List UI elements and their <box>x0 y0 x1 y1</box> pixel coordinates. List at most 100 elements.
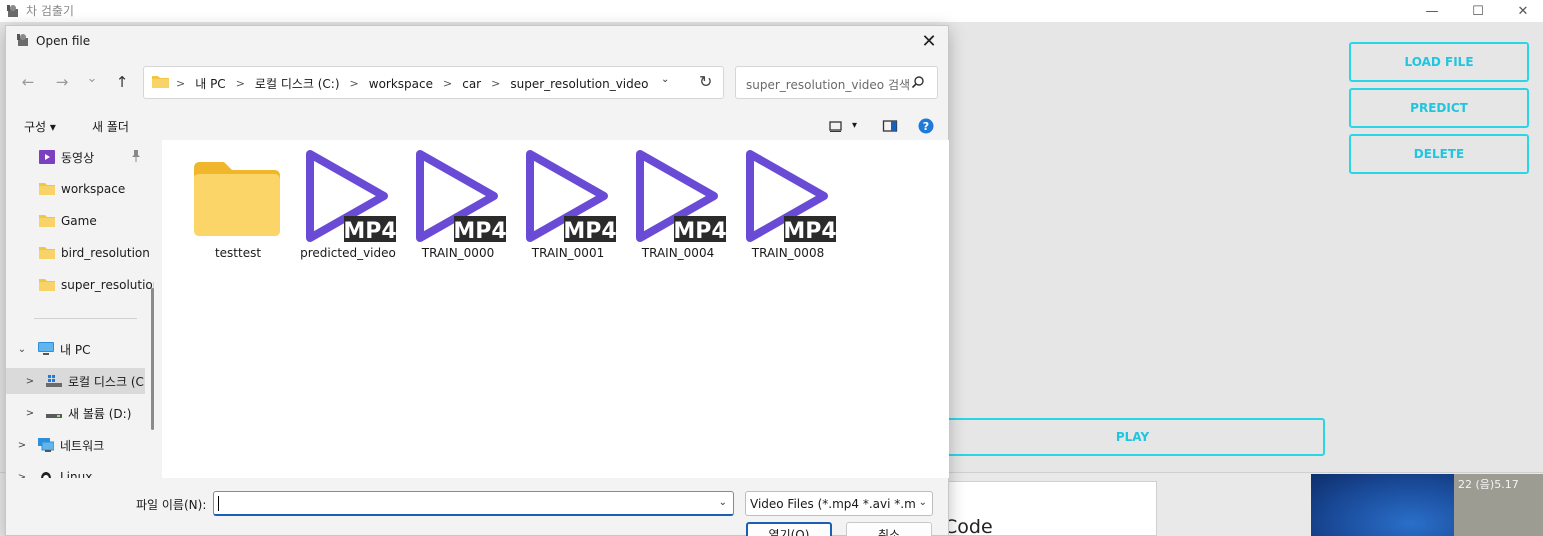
view-icon[interactable] <box>828 118 844 134</box>
breadcrumb-separator[interactable]: > <box>491 77 500 90</box>
back-button[interactable]: ← <box>18 72 38 92</box>
nav-item-label: 내 PC <box>60 342 91 357</box>
file-name: TRAIN_0001 <box>531 246 605 260</box>
chevron-right-icon[interactable]: > <box>24 408 36 419</box>
nav-item-label: Game <box>61 214 97 228</box>
open-file-dialog: Open file ✕ ← → ⌄ ↑ > 내 PC > 로컬 디스크 (C:) > wo… <box>5 25 949 536</box>
chevron-right-icon[interactable]: > <box>16 472 28 479</box>
filename-dropdown-button[interactable]: ⌄ <box>719 497 727 508</box>
preview-pane-icon[interactable] <box>882 118 898 134</box>
nav-item-volume-d[interactable]: > 새 볼륨 (D:) <box>6 400 154 426</box>
forward-button[interactable]: → <box>52 72 72 92</box>
filename-label: 파일 이름(N): <box>136 498 207 512</box>
maximize-button[interactable]: ☐ <box>1455 0 1501 22</box>
file-name: TRAIN_0008 <box>751 246 825 260</box>
file-name: TRAIN_0004 <box>641 246 715 260</box>
file-name: predicted_video <box>300 246 396 260</box>
close-button[interactable]: ✕ <box>1500 0 1543 22</box>
nav-item-bird-resolution[interactable]: bird_resolution <box>6 240 154 266</box>
organize-menu[interactable]: 구성 ▾ <box>24 118 56 135</box>
mp4-badge: MP4 <box>563 219 616 244</box>
view-dropdown-button[interactable]: ▾ <box>852 120 857 131</box>
video-file-item[interactable]: MP4 predicted_video <box>298 146 398 276</box>
minimize-button[interactable]: — <box>1409 0 1455 22</box>
cancel-button[interactable]: 취소 <box>846 522 932 536</box>
breadcrumb-item[interactable]: super_resolution_video <box>510 77 648 91</box>
dialog-title: Open file <box>36 34 91 48</box>
nav-item-label: workspace <box>61 182 126 196</box>
nav-item-super-resolution[interactable]: super_resolution <box>6 272 154 298</box>
chevron-down-icon[interactable]: ⌄ <box>16 344 28 355</box>
video-file-item[interactable]: MP4 TRAIN_0004 <box>628 146 728 276</box>
nav-item-network[interactable]: > 네트워크 <box>6 432 154 458</box>
mp4-file-icon: MP4 <box>746 150 837 244</box>
search-placeholder: super_resolution_video 검색 <box>746 78 911 92</box>
refresh-button[interactable]: ↻ <box>699 72 712 91</box>
nav-item-label: 네트워크 <box>60 438 105 453</box>
app-title-text: 차 검출기 <box>26 4 74 18</box>
linux-penguin-icon <box>41 472 51 478</box>
filename-input[interactable]: ⌄ <box>213 491 734 516</box>
breadcrumb-separator[interactable]: > <box>443 77 452 90</box>
nav-item-label: super_resolution <box>61 278 154 292</box>
nav-item-label: 동영상 <box>61 150 95 165</box>
breadcrumb-item[interactable]: 내 PC <box>195 75 225 92</box>
breadcrumb-item[interactable]: workspace <box>369 77 433 91</box>
nav-item-this-pc[interactable]: ⌄ 내 PC <box>6 336 154 362</box>
address-bar[interactable]: > 내 PC > 로컬 디스크 (C:) > workspace > car > super_re… <box>143 66 724 99</box>
breadcrumb-separator[interactable]: > <box>176 77 185 90</box>
nav-divider <box>34 318 137 319</box>
folder-icon <box>39 279 55 291</box>
filetype-value: Video Files (*.mp4 *.avi *.mov) <box>750 497 915 511</box>
breadcrumb-separator[interactable]: > <box>350 77 359 90</box>
address-dropdown-button[interactable]: ⌄ <box>661 74 669 85</box>
mp4-badge: MP4 <box>343 219 396 244</box>
filetype-dropdown-button[interactable]: ⌄ <box>919 497 927 508</box>
play-button[interactable]: PLAY <box>940 418 1325 456</box>
video-file-item[interactable]: MP4 TRAIN_0000 <box>408 146 508 276</box>
help-icon[interactable]: ? <box>918 118 934 134</box>
pin-icon <box>132 150 140 162</box>
app-icon <box>7 4 18 17</box>
nav-item-local-disk-c[interactable]: > 로컬 디스크 (C <box>6 368 145 394</box>
breadcrumb-separator[interactable]: > <box>236 77 245 90</box>
command-bar: 구성 ▾ 새 폴더 ▾ ? <box>6 112 948 140</box>
chevron-right-icon[interactable]: > <box>16 440 28 451</box>
desktop-wallpaper <box>1311 474 1454 536</box>
open-button[interactable]: 열기(O) <box>746 522 832 536</box>
folder-item[interactable]: testtest <box>188 146 288 276</box>
load-file-button[interactable]: LOAD FILE <box>1349 42 1529 82</box>
video-folder-icon <box>39 150 55 164</box>
mp4-file-icon: MP4 <box>306 150 397 244</box>
nav-item-label: 새 볼륨 (D:) <box>68 406 132 421</box>
search-box[interactable]: super_resolution_video 검색 <box>735 66 938 99</box>
dialog-close-button[interactable]: ✕ <box>916 29 942 53</box>
folder-icon <box>152 76 169 88</box>
folder-icon <box>39 183 55 195</box>
nav-item-workspace[interactable]: workspace <box>6 176 154 202</box>
delete-button[interactable]: DELETE <box>1349 134 1529 174</box>
nav-pane-scrollbar[interactable] <box>151 288 154 430</box>
filetype-select[interactable]: Video Files (*.mp4 *.avi *.mov) ⌄ <box>745 491 933 516</box>
chevron-right-icon[interactable]: > <box>24 376 36 387</box>
nav-item-game[interactable]: Game <box>6 208 154 234</box>
folder-icon <box>39 247 55 259</box>
recent-locations-button[interactable]: ⌄ <box>82 68 102 88</box>
nav-item-videos[interactable]: 동영상 <box>6 144 154 170</box>
new-folder-button[interactable]: 새 폴더 <box>92 118 129 135</box>
drive-icon <box>46 375 62 387</box>
breadcrumb-item[interactable]: car <box>462 77 481 91</box>
video-file-item[interactable]: MP4 TRAIN_0001 <box>518 146 618 276</box>
breadcrumb-item[interactable]: 로컬 디스크 (C:) <box>255 75 340 92</box>
file-name: TRAIN_0000 <box>421 246 495 260</box>
up-button[interactable]: ↑ <box>112 72 132 92</box>
desktop-code-text: Code <box>944 516 993 536</box>
video-file-item[interactable]: MP4 TRAIN_0008 <box>738 146 838 276</box>
navigation-pane: 동영상 workspace Game bird_resolution super… <box>6 140 154 478</box>
desktop-date-text: 22 (음)5.17 <box>1458 478 1519 491</box>
text-caret <box>218 496 219 511</box>
nav-item-linux[interactable]: > Linux <box>6 464 154 478</box>
predict-button[interactable]: PREDICT <box>1349 88 1529 128</box>
mp4-badge: MP4 <box>673 219 726 244</box>
nav-item-label: bird_resolution <box>61 246 150 260</box>
